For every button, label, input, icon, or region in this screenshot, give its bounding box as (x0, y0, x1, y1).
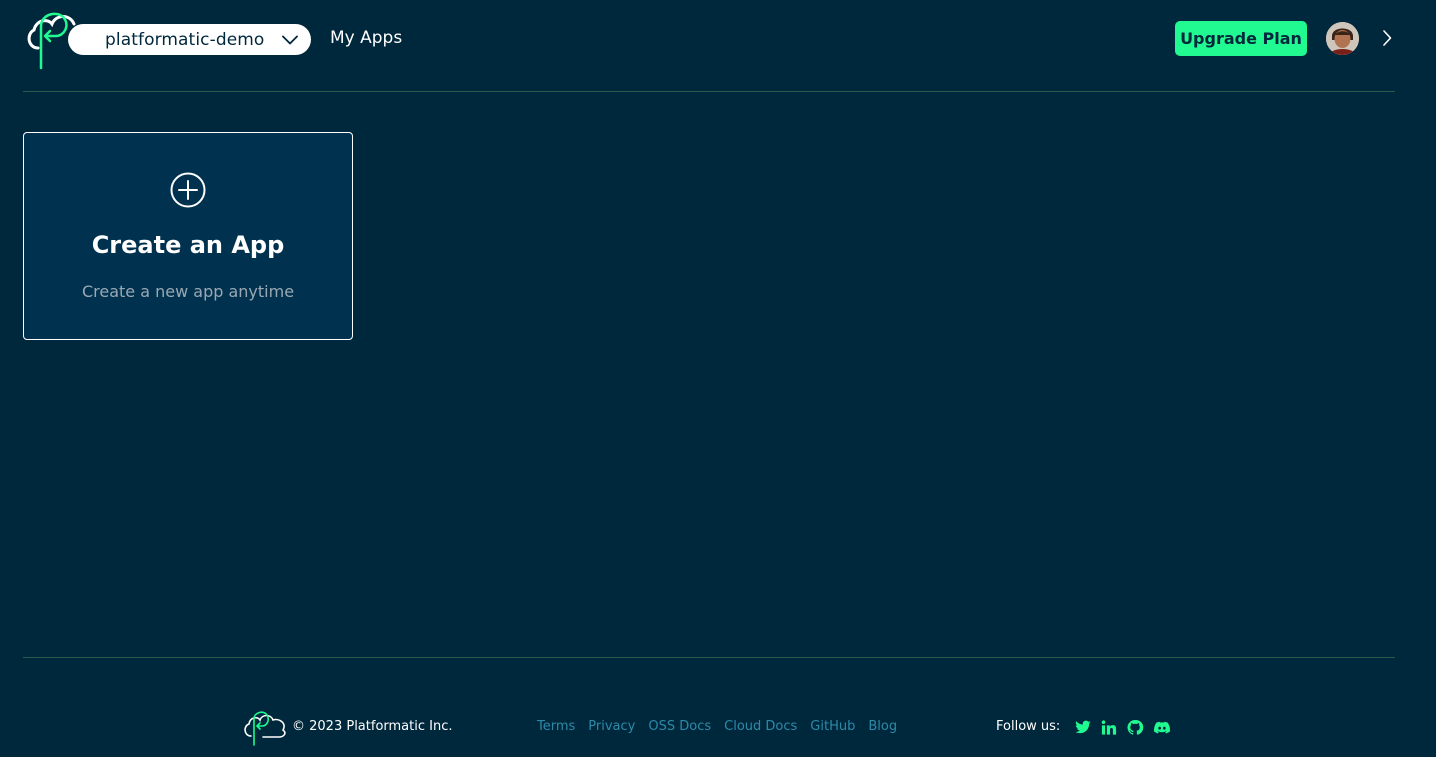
footer-link-cloud-docs[interactable]: Cloud Docs (724, 719, 797, 734)
copyright-text: © 2023 Platformatic Inc. (292, 719, 453, 734)
footer-link-terms[interactable]: Terms (537, 719, 575, 734)
org-selector[interactable]: platformatic-demo (68, 24, 311, 55)
footer-divider (23, 657, 1395, 658)
upgrade-plan-button[interactable]: Upgrade Plan (1175, 21, 1307, 56)
footer-link-blog[interactable]: Blog (868, 719, 897, 734)
twitter-icon[interactable] (1074, 719, 1092, 736)
create-app-subtitle: Create a new app anytime (81, 282, 295, 301)
org-selector-value: platformatic-demo (105, 29, 265, 50)
discord-icon[interactable] (1153, 719, 1171, 736)
nav-my-apps[interactable]: My Apps (330, 28, 402, 48)
linkedin-icon[interactable] (1100, 719, 1118, 736)
footer-links: Terms Privacy OSS Docs Cloud Docs GitHub… (537, 719, 897, 734)
avatar-image (1326, 22, 1359, 55)
footer-logo (243, 709, 288, 746)
page: platformatic-demo My Apps Upgrade Plan C… (0, 0, 1436, 757)
chevron-right-icon[interactable] (1378, 29, 1396, 47)
footer-link-oss-docs[interactable]: OSS Docs (648, 719, 711, 734)
top-bar: platformatic-demo My Apps Upgrade Plan (0, 0, 1436, 92)
platformatic-footer-logo-icon (244, 711, 286, 746)
create-app-card[interactable]: Create an App Create a new app anytime (23, 132, 353, 340)
chevron-down-icon (281, 31, 299, 49)
follow-us-label: Follow us: (996, 719, 1061, 734)
plus-circle-icon (170, 172, 206, 208)
footer-link-github[interactable]: GitHub (810, 719, 855, 734)
user-avatar[interactable] (1326, 22, 1359, 55)
footer-link-privacy[interactable]: Privacy (588, 719, 635, 734)
github-icon[interactable] (1126, 719, 1144, 736)
create-app-title: Create an App (91, 231, 285, 259)
header-divider (23, 91, 1395, 92)
